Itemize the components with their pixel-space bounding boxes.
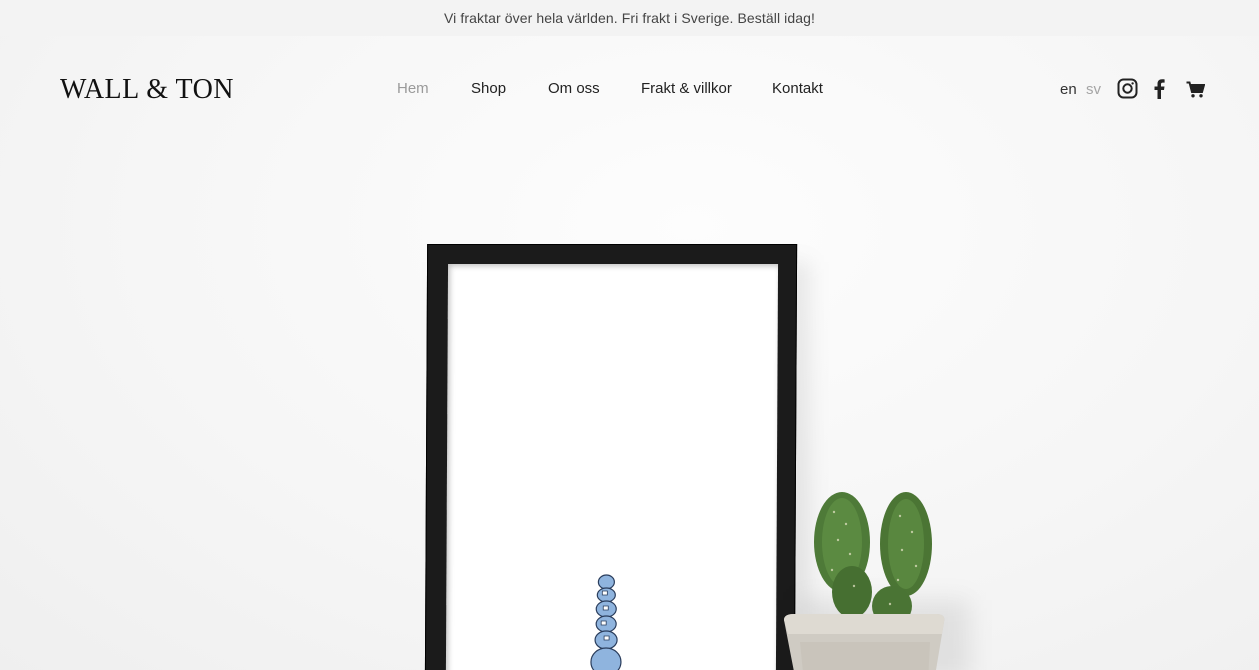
site-logo[interactable]: WALL & TON (60, 74, 234, 106)
cactus-plant (784, 492, 945, 670)
nav-item-om-oss[interactable]: Om oss (548, 80, 600, 97)
announcement-text: Vi fraktar över hela världen. Fri frakt … (443, 10, 816, 26)
site-header: WALL & TON Hem Shop Om oss Frakt & villk… (0, 36, 1259, 142)
nav-item-hem[interactable]: Hem (397, 80, 429, 97)
facebook-icon[interactable] (1153, 78, 1165, 104)
stacked-figures-illustration (590, 574, 622, 670)
instagram-icon[interactable] (1117, 78, 1138, 104)
language-en[interactable]: en (1060, 81, 1077, 98)
page: Vi fraktar över hela världen. Fri frakt … (0, 0, 1259, 670)
poster-frame (424, 244, 798, 670)
cart-icon[interactable] (1186, 81, 1206, 103)
language-sv[interactable]: sv (1086, 81, 1101, 98)
nav-item-frakt-villkor[interactable]: Frakt & villkor (641, 80, 732, 97)
nav-item-kontakt[interactable]: Kontakt (772, 80, 823, 97)
nav-item-shop[interactable]: Shop (471, 80, 506, 97)
announcement-bar: Vi fraktar över hela världen. Fri frakt … (0, 0, 1259, 36)
poster-artwork (445, 264, 779, 670)
